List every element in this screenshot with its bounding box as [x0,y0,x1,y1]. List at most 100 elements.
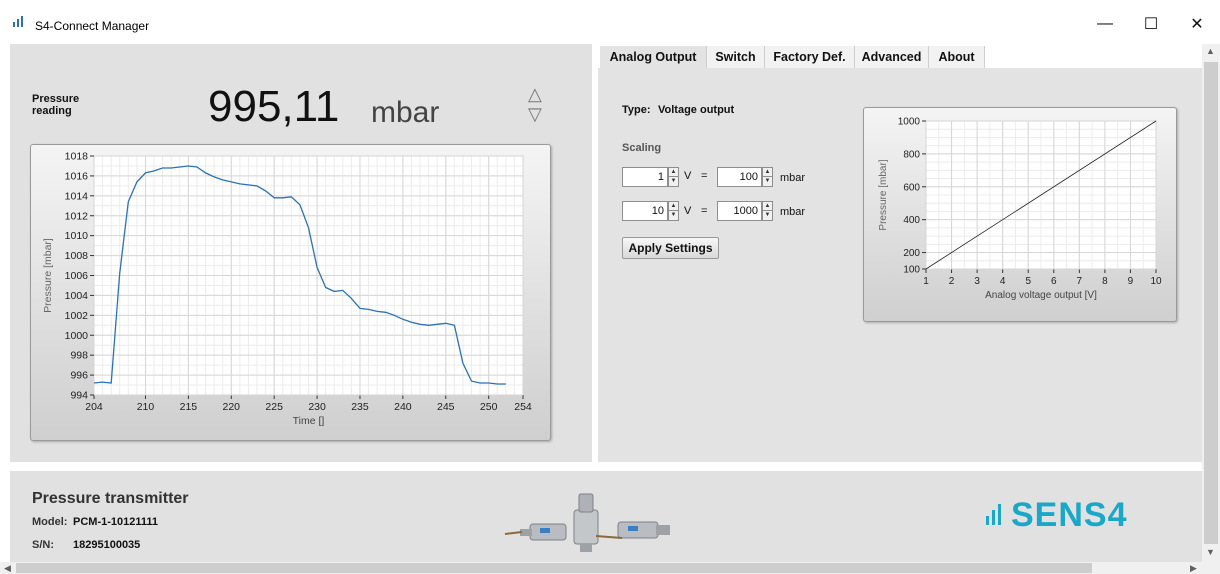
y-axis-label: Pressure [mbar] [878,159,889,230]
x-tick-label: 10 [1150,276,1162,287]
serial-number-value: 18295100035 [73,539,141,551]
y-tick-label: 1014 [65,190,89,202]
x-tick-label: 5 [1025,276,1031,287]
pressure-unit-label: mbar [780,172,806,184]
pressure-unit-label: mbar [780,206,806,218]
scaling-chart: 1 2 3 4 5 6 7 8 9 10 100 200 400 600 800 1000 Analog vol… [863,107,1177,322]
triangle-down-icon: ▽ [528,104,542,124]
brand-bars-icon [985,498,1007,537]
x-tick-label: 204 [85,401,103,413]
scroll-up-icon[interactable]: ▲ [1206,46,1215,56]
equals-sign: = [701,170,708,182]
x-tick-label: 225 [265,401,283,413]
stepper-down-icon[interactable]: ▼ [763,177,772,186]
x-tick-label: 9 [1128,276,1134,287]
pressure-value: 995,11 [208,82,340,131]
scroll-down-icon[interactable]: ▼ [1206,547,1215,557]
tab-about[interactable]: About [929,46,985,68]
y-tick-label: 400 [903,215,920,226]
window-title: S4-Connect Manager [35,19,150,33]
model-value: PCM-1-10121111 [73,516,159,528]
x-tick-label: 1 [923,276,929,287]
triangle-up-icon: △ [528,84,542,104]
horizontal-scroll-thumb[interactable] [16,563,1092,573]
y-tick-label: 1008 [65,250,89,262]
y-tick-label: 1006 [65,270,89,282]
brand-logo: SENS4 [985,496,1128,537]
x-tick-label: 215 [180,401,198,413]
brand-name: SENS4 [1011,496,1128,534]
stepper-up-icon[interactable]: ▲ [763,202,772,211]
stepper-up-icon[interactable]: ▲ [669,202,678,211]
tab-analog-output[interactable]: Analog Output [600,46,707,68]
stepper-down-icon[interactable]: ▼ [669,211,678,220]
y-tick-label: 800 [903,149,920,160]
y-tick-label: 1012 [65,210,89,222]
y-tick-label: 100 [903,265,920,276]
x-tick-label: 240 [394,401,412,413]
type-label: Type: [622,104,651,116]
vertical-scroll-thumb[interactable] [1204,62,1218,544]
pressure-high-input[interactable]: 1000 [717,201,762,221]
device-type-title: Pressure transmitter [32,490,189,507]
x-tick-label: 250 [480,401,498,413]
pressure-high-stepper[interactable]: ▲ ▼ [762,201,773,221]
footer-divider [0,462,1202,471]
scroll-left-icon[interactable]: ◀ [4,563,11,574]
scaling-plot: 1 2 3 4 5 6 7 8 9 10 100 200 400 600 800 1000 Analog vol… [878,117,1162,302]
scroll-right-icon[interactable]: ▶ [1190,563,1197,574]
x-tick-label: 254 [514,401,532,413]
voltage-high-input[interactable]: 10 [622,201,668,221]
transmitter-product-image [504,493,670,552]
y-tick-label: 1004 [65,290,89,302]
voltage-low-input[interactable]: 1 [622,167,668,187]
pressure-time-plot: 204 210 215 220 225 230 235 240 245 250 254 994 996 9… [42,151,532,428]
x-tick-label: 6 [1051,276,1057,287]
stepper-up-icon[interactable]: ▲ [669,168,678,177]
x-tick-label: 8 [1102,276,1108,287]
equals-sign: = [701,205,708,217]
maximize-button[interactable]: ☐ [1128,8,1174,40]
y-tick-label: 600 [903,182,920,193]
x-tick-label: 7 [1077,276,1083,287]
scaling-label: Scaling [622,142,662,154]
pressure-reading-label: Pressure reading [32,93,80,117]
x-axis-label: Time [] [293,415,325,427]
title-bar: S4-Connect Manager — ☐ ✕ [0,0,1220,44]
pressure-unit: mbar [371,96,440,129]
y-tick-label: 994 [70,390,88,402]
serial-number-label: S/N: [32,539,54,551]
pressure-low-input[interactable]: 100 [717,167,762,187]
x-tick-label: 235 [351,401,369,413]
y-tick-label: 200 [903,248,920,259]
stepper-down-icon[interactable]: ▼ [669,177,678,186]
apply-settings-button[interactable]: Apply Settings [622,237,719,259]
voltage-low-stepper[interactable]: ▲ ▼ [668,167,679,187]
model-label: Model: [32,516,68,528]
tab-factory-def[interactable]: Factory Def. [765,46,855,68]
app-logo-icon [13,16,23,27]
x-tick-label: 3 [974,276,980,287]
y-tick-label: 1000 [65,330,89,342]
x-tick-label: 210 [137,401,155,413]
tab-switch[interactable]: Switch [707,46,765,68]
stepper-down-icon[interactable]: ▼ [763,211,772,220]
voltage-high-stepper[interactable]: ▲ ▼ [668,201,679,221]
tab-advanced[interactable]: Advanced [855,46,929,68]
y-axis-label: Pressure [mbar] [42,238,54,313]
x-tick-label: 4 [1000,276,1006,287]
pressure-low-stepper[interactable]: ▲ ▼ [762,167,773,187]
x-tick-label: 245 [437,401,455,413]
x-tick-label: 2 [949,276,955,287]
y-tick-label: 1018 [65,151,89,163]
y-tick-label: 996 [70,370,88,382]
y-tick-label: 1000 [898,117,921,128]
voltage-unit-label: V [684,205,692,217]
y-tick-label: 1002 [65,310,89,322]
x-tick-label: 220 [223,401,241,413]
voltage-unit-label: V [684,170,692,182]
minimize-button[interactable]: — [1082,8,1128,40]
y-tick-label: 1010 [65,230,89,242]
stepper-up-icon[interactable]: ▲ [763,168,772,177]
close-button[interactable]: ✕ [1174,8,1220,40]
